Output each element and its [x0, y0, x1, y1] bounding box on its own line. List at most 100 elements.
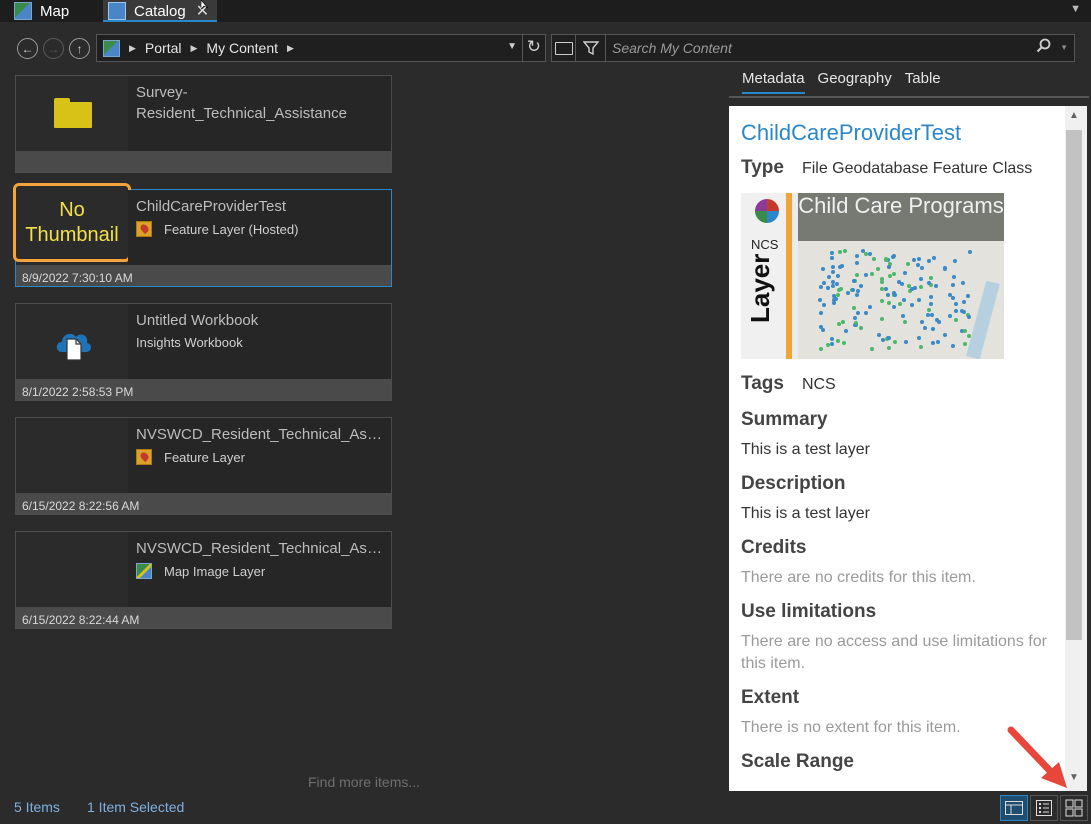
use-limitations-label: Use limitations [741, 601, 877, 622]
map-point [854, 254, 859, 259]
tab-bar: Map Catalog ✕ ▼ [0, 0, 1091, 22]
item-type: Insights Workbook [136, 335, 383, 350]
map-point [856, 310, 861, 315]
list-item[interactable]: NVSWCD_Resident_Technical_Assi... Featur… [15, 417, 392, 515]
scale-range-label: Scale Range [741, 751, 854, 772]
up-icon[interactable]: ↑ [69, 38, 90, 59]
chevron-down-icon[interactable]: ▼ [1070, 3, 1081, 15]
list-view-button[interactable] [1030, 795, 1058, 821]
description-text: This is a test layer [741, 505, 870, 522]
details-view-icon [1005, 801, 1023, 815]
map-point [829, 336, 834, 341]
scrollbar-thumb[interactable] [1066, 130, 1082, 640]
filter-icon[interactable] [576, 35, 606, 61]
refresh-icon[interactable]: ↻ [527, 37, 541, 57]
map-point [818, 310, 823, 315]
item-type: Map Image Layer [136, 563, 383, 579]
map-point [926, 307, 931, 312]
list-item[interactable]: Untitled Workbook Insights Workbook 8/1/… [15, 303, 392, 401]
map-point [851, 288, 856, 292]
details-view-button[interactable] [1000, 795, 1028, 821]
map-point [926, 280, 931, 285]
back-icon[interactable]: ← [17, 38, 38, 59]
map-point [820, 267, 825, 272]
map-point [871, 256, 876, 261]
summary-label: Summary [741, 409, 828, 430]
tab-catalog-label: Catalog [134, 2, 186, 20]
map-point [818, 297, 823, 302]
map-point [930, 327, 935, 332]
map-point [961, 281, 966, 286]
metadata-thumbnail: NCS Layer Child Care Programs [741, 193, 1004, 359]
map-point [836, 338, 841, 343]
extent-label: Extent [741, 687, 800, 708]
search-options-icon[interactable]: ▼ [1060, 43, 1068, 52]
item-type: Feature Layer (Hosted) [136, 221, 383, 237]
map-point [880, 338, 885, 343]
scroll-up-icon[interactable]: ▲ [1069, 110, 1079, 121]
breadcrumb-my-content[interactable]: My Content [206, 40, 278, 56]
map-point [879, 317, 884, 322]
tab-map-label: Map [40, 2, 70, 20]
item-type-label: Feature Layer (Hosted) [164, 221, 299, 237]
map-image-layer-icon [136, 563, 152, 579]
dropdown-icon[interactable]: ▼ [507, 41, 517, 52]
map-point [830, 251, 835, 256]
map-point [965, 293, 970, 298]
map-point [869, 272, 874, 277]
tab-geography[interactable]: Geography [818, 70, 892, 94]
details-tabs: Metadata Geography Table [742, 70, 954, 94]
thumbnail-brand: NCS [751, 237, 779, 252]
map-point [929, 294, 934, 299]
map-point [838, 250, 843, 255]
map-point [928, 275, 933, 280]
tab-catalog[interactable]: Catalog ✕ [103, 0, 217, 22]
breadcrumb[interactable]: ▶ Portal ▶ My Content ▶ ▼ ↻ [96, 34, 546, 62]
map-point [892, 339, 897, 344]
list-item[interactable]: Survey-Resident_Technical_Assistance [15, 75, 392, 173]
cloud-document-icon [56, 333, 92, 361]
map-point [920, 319, 925, 324]
tab-table[interactable]: Table [905, 70, 941, 94]
map-point [885, 292, 890, 297]
river-shape [966, 280, 1000, 359]
map-point [918, 277, 923, 282]
map-point [834, 281, 839, 286]
map-point [925, 312, 930, 317]
item-type-label: Map Image Layer [164, 563, 266, 579]
tab-metadata[interactable]: Metadata [742, 70, 805, 94]
summary-section: Summary This is a test layer [741, 409, 1053, 461]
search-input[interactable] [612, 40, 1012, 56]
tiles-view-button[interactable] [1060, 795, 1088, 821]
thumbnail-sidebar: NCS Layer [741, 193, 792, 359]
toolbar: ← → ↑ ▶ Portal ▶ My Content ▶ ▼ ↻ ▼ [0, 22, 1091, 68]
tab-map[interactable]: Map [14, 0, 69, 22]
map-point [879, 280, 884, 285]
feature-layer-icon [136, 449, 152, 465]
map-point [919, 265, 924, 270]
map-point [966, 314, 971, 319]
map-point [841, 341, 846, 346]
item-type: Feature Layer [136, 449, 383, 465]
search-icon[interactable] [1036, 38, 1052, 59]
map-point [951, 343, 956, 348]
item-thumbnail: No Thumbnail [13, 183, 131, 266]
find-more-link[interactable]: Find more items... [308, 774, 420, 790]
map-point [942, 333, 947, 338]
list-view-icon [1036, 800, 1052, 816]
feature-layer-icon [136, 221, 152, 237]
list-item-selected[interactable]: No Thumbnail ChildCareProviderTest Featu… [13, 183, 392, 287]
map-point [818, 346, 823, 351]
list-item[interactable]: NVSWCD_Resident_Technical_Assi... Map Im… [15, 531, 392, 629]
summary-text: This is a test layer [741, 441, 870, 458]
breadcrumb-portal[interactable]: Portal [145, 40, 182, 56]
map-point [886, 345, 891, 350]
map-point [931, 341, 936, 346]
credits-text: There are no credits for this item. [741, 569, 976, 586]
map-point [880, 298, 885, 303]
map-point [884, 256, 889, 261]
folder-icon[interactable] [552, 35, 576, 61]
map-point [892, 293, 897, 298]
map-point [911, 257, 916, 262]
forward-icon[interactable]: → [43, 38, 64, 59]
